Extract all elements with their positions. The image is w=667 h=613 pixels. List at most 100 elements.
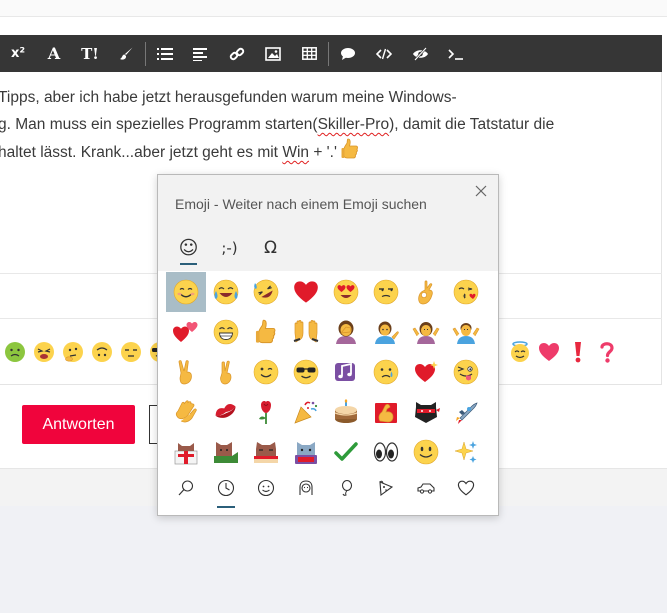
face-with-tears-of-joy-icon[interactable] xyxy=(206,272,246,312)
align-left-icon xyxy=(193,47,207,61)
thumbs-up-icon[interactable] xyxy=(246,312,286,352)
rocket-cat-icon[interactable] xyxy=(446,392,486,432)
clapping-hands-icon[interactable] xyxy=(166,392,206,432)
raising-hands-icon[interactable] xyxy=(286,312,326,352)
speech-bubble-icon xyxy=(341,47,355,60)
ninja-cat-icon[interactable] xyxy=(406,392,446,432)
cat-box-icon[interactable] xyxy=(166,432,206,472)
birthday-cake-icon[interactable] xyxy=(326,392,366,432)
tired-face-icon[interactable] xyxy=(29,340,58,364)
answer-button[interactable]: Antworten xyxy=(22,405,135,444)
person-facepalming-icon[interactable] xyxy=(326,312,366,352)
quote-button[interactable] xyxy=(330,35,366,72)
tab-symbols[interactable]: Ω xyxy=(250,231,291,265)
grinning-face-icon[interactable] xyxy=(406,432,446,472)
person-shrugging-blue-icon[interactable] xyxy=(446,312,486,352)
rolling-on-floor-laughing-icon[interactable] xyxy=(246,272,286,312)
editor-content[interactable]: Tipps, aber ich habe jetzt herausgefunde… xyxy=(0,84,650,169)
reaction-bar-right xyxy=(505,337,621,367)
editor-line-1: Tipps, aber ich habe jetzt herausgefunde… xyxy=(0,89,457,106)
smiling-face-icon[interactable] xyxy=(166,272,206,312)
top-bar xyxy=(0,0,667,17)
nauseated-face-icon[interactable] xyxy=(0,340,29,364)
image-icon xyxy=(265,46,281,61)
check-mark-icon[interactable] xyxy=(326,432,366,472)
cat-green-icon[interactable] xyxy=(206,432,246,472)
party-popper-icon[interactable] xyxy=(286,392,326,432)
terminal-button[interactable] xyxy=(438,35,474,72)
misspelled-word: Win xyxy=(282,144,310,161)
pink-heart-icon[interactable] xyxy=(534,340,563,364)
text-size-button[interactable]: T! xyxy=(72,35,108,72)
person-shrugging-icon[interactable] xyxy=(406,312,446,352)
red-exclamation-icon[interactable] xyxy=(563,340,592,364)
food-icon[interactable] xyxy=(366,472,406,504)
flexed-biceps-icon[interactable] xyxy=(366,392,406,432)
sunglasses-face-icon[interactable] xyxy=(286,352,326,392)
cat-hacker-icon[interactable] xyxy=(286,432,326,472)
musical-notes-icon[interactable] xyxy=(326,352,366,392)
two-hearts-icon[interactable] xyxy=(166,312,206,352)
thinking-face-icon[interactable] xyxy=(58,340,87,364)
close-icon[interactable] xyxy=(473,183,489,199)
unamused-face-icon[interactable] xyxy=(116,340,145,364)
superscript-button[interactable]: x² xyxy=(0,35,36,72)
eyes-icon[interactable] xyxy=(366,432,406,472)
picker-tabs: ☺ ;-) Ω xyxy=(168,231,291,265)
heart-eyes-face-icon[interactable] xyxy=(326,272,366,312)
paint-brush-icon xyxy=(120,47,133,60)
eye-slash-icon xyxy=(412,46,428,61)
travel-icon[interactable] xyxy=(406,472,446,504)
face-with-tongue-icon[interactable] xyxy=(446,352,486,392)
list-icon xyxy=(157,47,173,60)
beaming-face-icon[interactable] xyxy=(206,312,246,352)
emoji-category-bar xyxy=(166,472,486,508)
sparkling-heart-icon[interactable] xyxy=(406,352,446,392)
kiss-mark-icon[interactable] xyxy=(206,392,246,432)
cat-lounging-icon[interactable] xyxy=(246,432,286,472)
unamused-face-icon[interactable] xyxy=(366,272,406,312)
red-heart-icon[interactable] xyxy=(286,272,326,312)
editor-line-2: g. Man muss ein spezielles Programm star… xyxy=(0,116,555,133)
face-blowing-kiss-icon[interactable] xyxy=(446,272,486,312)
table-button[interactable] xyxy=(291,35,327,72)
reaction-bar-left xyxy=(0,337,174,367)
winking-face-icon[interactable] xyxy=(246,352,286,392)
toolbar-separator xyxy=(145,41,146,66)
image-button[interactable] xyxy=(255,35,291,72)
thumbs-up-icon xyxy=(341,138,359,169)
editor-toolbar: x² A T! xyxy=(0,35,662,72)
sparkles-icon[interactable] xyxy=(446,432,486,472)
table-icon xyxy=(301,47,317,60)
tab-emoji[interactable]: ☺ xyxy=(168,231,209,265)
bulleted-list-button[interactable] xyxy=(147,35,183,72)
misspelled-word: Skiller-Pro xyxy=(317,116,390,133)
font-button[interactable]: A xyxy=(36,35,72,72)
search-icon[interactable] xyxy=(166,472,206,504)
upside-down-face-icon[interactable] xyxy=(87,340,116,364)
smileys-icon[interactable] xyxy=(246,472,286,504)
link-button[interactable] xyxy=(219,35,255,72)
code-button[interactable] xyxy=(366,35,402,72)
heart-outline-icon[interactable] xyxy=(446,472,486,504)
editor-line-3: haltet lässt. Krank...aber jetzt geht es… xyxy=(0,138,650,169)
picker-search-title[interactable]: Emoji - Weiter nach einem Emoji suchen xyxy=(175,196,427,212)
people-icon[interactable] xyxy=(286,472,326,504)
crossed-fingers-icon[interactable] xyxy=(206,352,246,392)
align-button[interactable] xyxy=(183,35,219,72)
link-icon xyxy=(229,47,245,60)
celebration-icon[interactable] xyxy=(326,472,366,504)
victory-hand-icon[interactable] xyxy=(166,352,206,392)
crying-face-icon[interactable] xyxy=(366,352,406,392)
ok-hand-icon[interactable] xyxy=(406,272,446,312)
spoiler-button[interactable] xyxy=(402,35,438,72)
toolbar-separator xyxy=(328,41,329,66)
tab-kaomoji[interactable]: ;-) xyxy=(209,231,250,265)
rose-icon[interactable] xyxy=(246,392,286,432)
pink-question-icon[interactable] xyxy=(592,340,621,364)
halo-face-icon[interactable] xyxy=(505,340,534,364)
person-tipping-hand-icon[interactable] xyxy=(366,312,406,352)
recent-icon[interactable] xyxy=(206,472,246,508)
paint-brush-button[interactable] xyxy=(108,35,144,72)
code-icon xyxy=(376,48,392,59)
